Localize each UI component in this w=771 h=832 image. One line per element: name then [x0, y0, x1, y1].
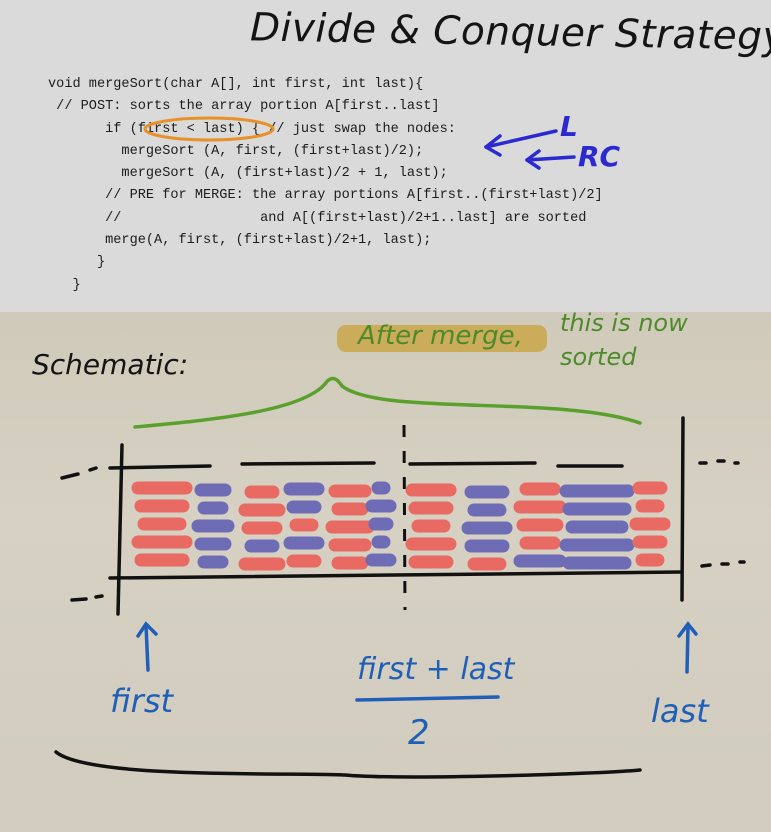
- array-elements: [131, 481, 671, 571]
- midpoint-numerator: first + last: [357, 652, 515, 687]
- schematic-label: Schematic:: [32, 348, 189, 381]
- first-label: first: [110, 682, 174, 720]
- array-frame: [60, 416, 746, 616]
- condition-highlight-oval: [143, 116, 275, 142]
- after-merge-label: After merge,: [358, 321, 523, 351]
- midpoint-denominator: 2: [408, 713, 430, 753]
- fraction-bar: [355, 695, 500, 702]
- sorted-brace: [133, 376, 642, 429]
- midpoint-divider: [402, 424, 407, 611]
- right-child-label: RC: [578, 140, 621, 173]
- sorted-note: this is now sorted: [560, 309, 688, 371]
- bottom-brace: [54, 750, 642, 779]
- last-label: last: [651, 692, 709, 730]
- left-child-label: L: [560, 110, 578, 143]
